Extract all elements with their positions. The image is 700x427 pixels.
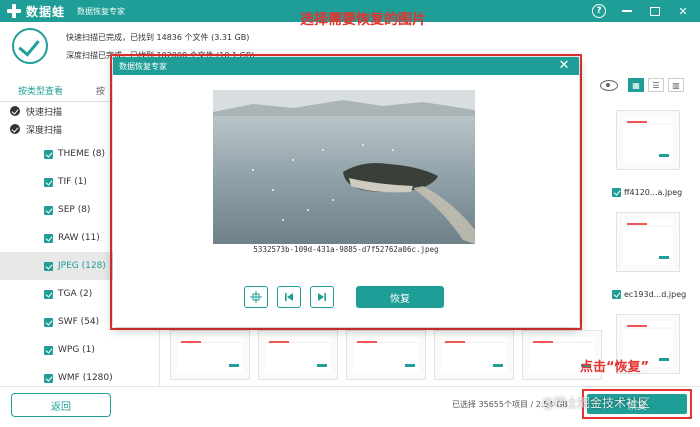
crosshair-icon	[250, 291, 262, 303]
previous-image-button[interactable]	[277, 286, 301, 308]
checkbox[interactable]	[612, 188, 621, 197]
minimize-button[interactable]	[618, 2, 636, 20]
dialog-recover-button[interactable]: 恢复	[356, 286, 444, 308]
next-image-button[interactable]	[310, 286, 334, 308]
group-label: 深度扫描	[26, 125, 63, 136]
list-view-button[interactable]: ☰	[648, 78, 664, 92]
type-label: RAW (11)	[58, 233, 100, 243]
dialog-title-bar: 数据恢复专家 ✕	[113, 57, 579, 75]
plus-logo-icon	[6, 3, 22, 19]
annotation-headline: 选择需要恢复的图片	[300, 12, 426, 28]
type-item-wpg[interactable]: WPG (1)	[0, 336, 160, 364]
detail-icon: ▥	[672, 80, 680, 90]
type-label: JPEG (128)	[58, 261, 106, 271]
skip-forward-icon	[318, 293, 326, 301]
thumbnail-image	[177, 337, 243, 373]
type-label: SEP (8)	[58, 205, 91, 215]
thumbnail[interactable]	[170, 330, 250, 380]
tab-by-type[interactable]: 按类型查看	[18, 84, 64, 104]
checkbox[interactable]	[44, 317, 53, 327]
thumbnail-image	[623, 219, 673, 265]
app-subtitle: 数据恢复专家	[77, 6, 126, 16]
maximize-icon	[650, 6, 660, 16]
type-label: TIF (1)	[58, 177, 87, 187]
type-label: WMF (1280)	[58, 373, 113, 383]
skip-back-icon	[285, 293, 293, 301]
view-mode-toolbar: ▦ ☰ ▥	[600, 78, 684, 92]
type-label: THEME (8)	[58, 149, 106, 159]
thumbnail-image	[265, 337, 331, 373]
quick-scan-status: 快速扫描已完成，已找到 14836 个文件 (3.31 GB)	[66, 33, 250, 42]
dialog-title: 数据恢复专家	[119, 61, 167, 71]
group-label: 快速扫描	[26, 107, 63, 118]
thumbnail-label[interactable]: ff4120...a.jpeg	[612, 188, 682, 197]
close-icon: ✕	[678, 4, 688, 18]
logo-text: 数据蛙	[26, 4, 66, 19]
check-circle-icon	[10, 124, 20, 134]
minimize-icon	[622, 10, 632, 12]
checkbox[interactable]	[44, 233, 53, 243]
thumbnail-filename: ec193d...d.jpeg	[624, 290, 687, 299]
checkbox[interactable]	[44, 205, 53, 215]
type-label: WPG (1)	[58, 345, 95, 355]
checkbox[interactable]	[44, 261, 53, 271]
checkbox[interactable]	[44, 289, 53, 299]
preview-image	[213, 90, 475, 244]
help-button[interactable]: ?	[590, 2, 608, 20]
check-circle-icon	[10, 106, 20, 116]
thumbnail[interactable]	[346, 330, 426, 380]
grid-icon: ▦	[632, 80, 640, 90]
thumbnail-label[interactable]: ec193d...d.jpeg	[612, 290, 686, 299]
checkbox[interactable]	[44, 149, 53, 159]
thumbnail-image	[623, 117, 673, 163]
maximize-button[interactable]	[646, 2, 664, 20]
preview-photo-graphic	[213, 90, 475, 244]
close-button[interactable]: ✕	[674, 2, 692, 20]
preview-eye-icon[interactable]	[600, 79, 618, 91]
preview-dialog: 数据恢复专家 ✕ 5332573b-109d-431a-9885-d7f5276…	[113, 57, 579, 327]
preview-filename: 5332573b-109d-431a-9885-d7f52762a06c.jpe…	[253, 245, 439, 254]
app-logo: 数据蛙	[6, 3, 65, 20]
check-circle-icon	[12, 28, 48, 64]
type-label: SWF (54)	[58, 317, 100, 327]
watermark: @稀土掘金技术社区	[542, 396, 651, 410]
thumbnail-image	[441, 337, 507, 373]
thumbnail[interactable]	[616, 110, 680, 170]
type-label: TGA (2)	[58, 289, 93, 299]
thumbnail[interactable]	[616, 212, 680, 272]
thumbnail[interactable]	[258, 330, 338, 380]
thumbnail[interactable]	[434, 330, 514, 380]
grid-view-button[interactable]: ▦	[628, 78, 644, 92]
thumbnail-image	[353, 337, 419, 373]
dialog-close-icon[interactable]: ✕	[557, 59, 571, 73]
thumbnail-filename: ff4120...a.jpeg	[624, 188, 683, 197]
checkbox[interactable]	[44, 177, 53, 187]
list-icon: ☰	[652, 80, 660, 90]
annotation-hint: 点击“恢复”	[580, 360, 650, 375]
zoom-fit-button[interactable]	[244, 286, 268, 308]
back-button[interactable]: 返回	[11, 393, 111, 417]
detail-view-button[interactable]: ▥	[668, 78, 684, 92]
checkbox[interactable]	[44, 345, 53, 355]
question-icon: ?	[592, 4, 606, 18]
checkbox[interactable]	[612, 290, 621, 299]
tab-by-path[interactable]: 按	[96, 84, 105, 97]
checkbox[interactable]	[44, 373, 53, 383]
